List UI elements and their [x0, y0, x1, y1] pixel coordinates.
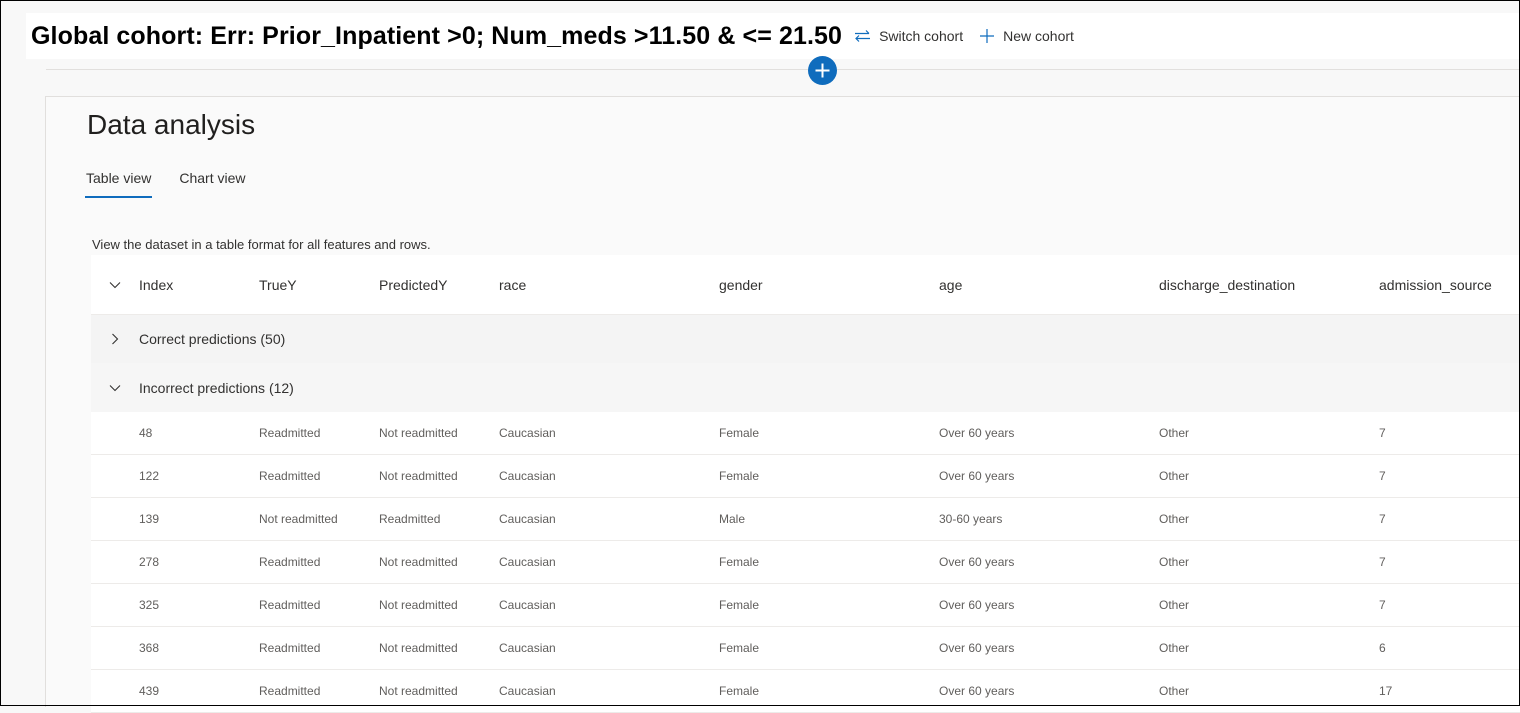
switch-cohort-button[interactable]: Switch cohort [854, 28, 963, 44]
cell-age: Over 60 years [939, 469, 1015, 483]
cell-predictedy: Not readmitted [379, 598, 458, 612]
cell-index: 48 [139, 426, 153, 440]
cell-predictedy: Not readmitted [379, 684, 458, 698]
plus-icon [980, 29, 995, 43]
cell-admission-source: 7 [1379, 426, 1386, 440]
table-row[interactable]: 439 Readmitted Not readmitted Caucasian Fema… [91, 670, 1520, 713]
cell-truey: Readmitted [259, 426, 321, 440]
cell-race: Caucasian [499, 555, 556, 569]
cell-index: 122 [139, 469, 160, 483]
cell-admission-source: 6 [1379, 641, 1386, 655]
cell-gender: Female [719, 684, 760, 698]
cell-index: 368 [139, 641, 160, 655]
column-header-truey[interactable]: TrueY [259, 277, 379, 293]
cell-admission-source: 17 [1379, 684, 1393, 698]
cell-predictedy: Not readmitted [379, 469, 458, 483]
cell-predictedy: Not readmitted [379, 426, 458, 440]
table-row[interactable]: 278 Readmitted Not readmitted Caucasian Fema… [91, 541, 1520, 584]
cell-gender: Female [719, 426, 760, 440]
tab-chart-view[interactable]: Chart view [178, 169, 246, 198]
cell-index: 139 [139, 512, 160, 526]
cell-gender: Female [719, 598, 760, 612]
cell-discharge-destination: Other [1159, 684, 1190, 698]
plus-icon [815, 63, 830, 78]
cell-gender: Male [719, 512, 746, 526]
cell-race: Caucasian [499, 512, 556, 526]
group-correct-predictions[interactable]: Correct predictions (50) [91, 315, 1520, 363]
cell-race: Caucasian [499, 469, 556, 483]
group-label: Incorrect predictions (12) [139, 379, 294, 396]
chevron-down-icon [109, 281, 121, 288]
column-header-gender[interactable]: gender [719, 277, 939, 293]
cell-admission-source: 7 [1379, 598, 1386, 612]
cell-gender: Female [719, 555, 760, 569]
cell-discharge-destination: Other [1159, 426, 1190, 440]
panel-title: Data analysis [87, 109, 256, 140]
column-header-predictedy[interactable]: PredictedY [379, 277, 499, 293]
cell-admission-source: 7 [1379, 469, 1386, 483]
cell-discharge-destination: Other [1159, 641, 1190, 655]
cell-index: 325 [139, 598, 160, 612]
add-section-button[interactable] [808, 56, 837, 85]
chevron-right-icon [112, 333, 119, 345]
table-body: 48 Readmitted Not readmitted Caucasian Femal… [91, 412, 1520, 713]
cohort-title: Global cohort: Err: Prior_Inpatient >0; … [31, 21, 843, 50]
group-label: Correct predictions (50) [139, 331, 286, 347]
column-header-discharge-destination[interactable]: discharge_destination [1159, 277, 1379, 293]
cell-age: Over 60 years [939, 555, 1015, 569]
cell-race: Caucasian [499, 598, 556, 612]
cell-admission-source: 7 [1379, 512, 1386, 526]
cell-race: Caucasian [499, 641, 556, 655]
switch-cohort-label: Switch cohort [879, 28, 964, 44]
table-row[interactable]: 48 Readmitted Not readmitted Caucasian Femal… [91, 412, 1520, 455]
cell-truey: Readmitted [259, 684, 321, 698]
switch-arrows-icon [855, 30, 871, 42]
column-header-age[interactable]: age [939, 277, 1159, 293]
cell-age: Over 60 years [939, 598, 1015, 612]
panel-description: View the dataset in a table format for a… [92, 237, 431, 252]
table-row[interactable]: 122 Readmitted Not readmitted Caucasian Fema… [91, 455, 1520, 498]
cell-age: 30-60 years [939, 512, 1003, 526]
table-row[interactable]: 368 Readmitted Not readmitted Caucasian Fema… [91, 627, 1520, 670]
cell-discharge-destination: Other [1159, 469, 1190, 483]
cell-gender: Female [719, 641, 760, 655]
cell-discharge-destination: Other [1159, 555, 1190, 569]
cell-admission-source: 7 [1379, 555, 1386, 569]
group-incorrect-predictions[interactable]: Incorrect predictions (12) [91, 363, 1520, 412]
cell-index: 278 [139, 555, 160, 569]
cell-discharge-destination: Other [1159, 598, 1190, 612]
cell-truey: Readmitted [259, 469, 321, 483]
cell-predictedy: Not readmitted [379, 641, 458, 655]
column-header-race[interactable]: race [499, 277, 719, 293]
section-divider [46, 69, 1520, 70]
column-header-admission-source[interactable]: admission_source [1379, 277, 1520, 293]
data-analysis-panel: Data analysis Table view Chart view View… [45, 96, 1520, 713]
collapse-all-toggle[interactable] [91, 281, 139, 289]
tab-table-view[interactable]: Table view [85, 169, 153, 198]
new-cohort-button[interactable]: New cohort [979, 28, 1074, 44]
cell-race: Caucasian [499, 426, 556, 440]
cell-predictedy: Readmitted [379, 512, 441, 526]
cell-discharge-destination: Other [1159, 512, 1190, 526]
table-row[interactable]: 325 Readmitted Not readmitted Caucasian Fema… [91, 584, 1520, 627]
cohort-header: Global cohort: Err: Prior_Inpatient >0; … [26, 13, 1520, 59]
cell-truey: Readmitted [259, 641, 321, 655]
cell-truey: Readmitted [259, 598, 321, 612]
cell-age: Over 60 years [939, 426, 1015, 440]
cell-age: Over 60 years [939, 684, 1015, 698]
new-cohort-label: New cohort [1003, 28, 1074, 44]
cell-truey: Readmitted [259, 555, 321, 569]
view-tabs: Table view Chart view [85, 169, 273, 198]
cell-gender: Female [719, 469, 760, 483]
cell-age: Over 60 years [939, 641, 1015, 655]
table-row[interactable]: 139 Not readmitted Readmitted Caucasian Male… [91, 498, 1520, 541]
table-header: Index TrueY PredictedY race gender age d… [91, 255, 1520, 315]
chevron-down-icon [109, 384, 121, 391]
cell-predictedy: Not readmitted [379, 555, 458, 569]
cell-race: Caucasian [499, 684, 556, 698]
cell-truey: Not readmitted [259, 512, 338, 526]
column-header-index[interactable]: Index [139, 277, 259, 293]
cell-index: 439 [139, 684, 160, 698]
data-table: Index TrueY PredictedY race gender age d… [91, 255, 1520, 713]
